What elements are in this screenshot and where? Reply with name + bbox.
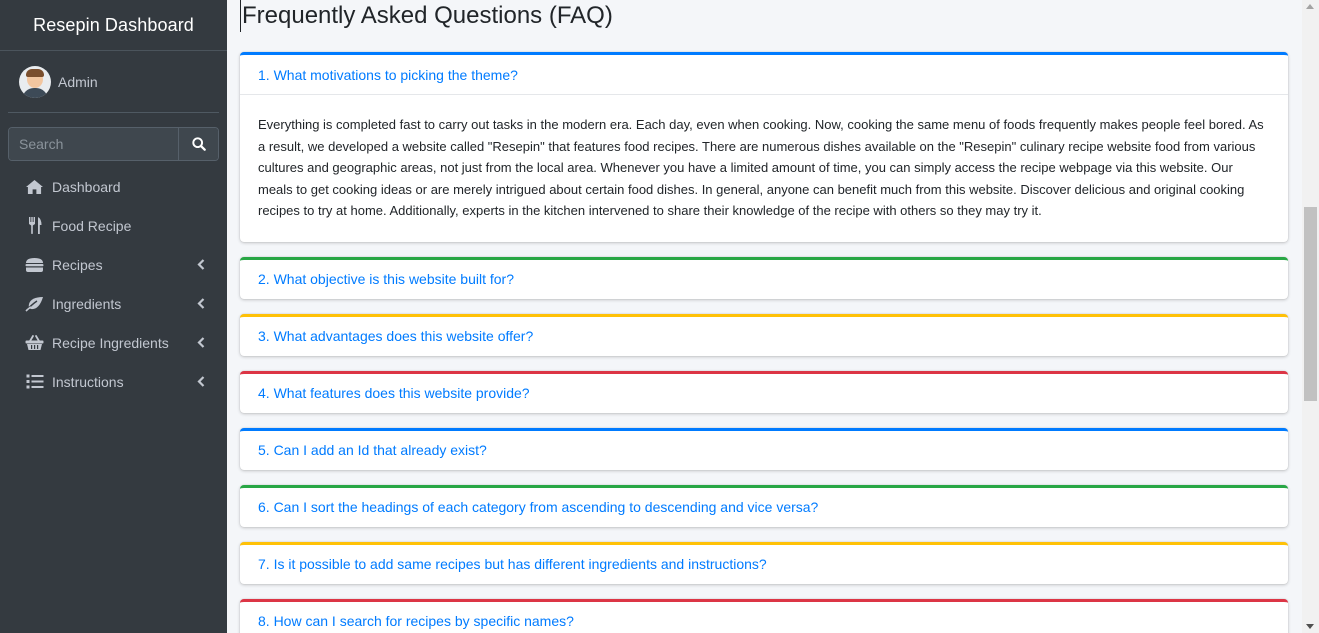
leaf-icon (25, 295, 44, 313)
sidebar-item-recipe-ingredients[interactable]: Recipe Ingredients (0, 323, 227, 362)
sidebar-item-recipes[interactable]: Recipes (0, 245, 227, 284)
sidebar-item-label: Instructions (52, 373, 124, 390)
faq-card-header[interactable]: 2. What objective is this website built … (240, 260, 1288, 299)
scroll-down-arrow-icon[interactable] (1306, 624, 1314, 629)
faq-card: 5. Can I add an Id that already exist? (240, 427, 1288, 470)
scroll-up-arrow-icon[interactable] (1306, 4, 1314, 9)
chevron-left-icon (195, 259, 207, 271)
sidebar-item-instructions[interactable]: Instructions (0, 362, 227, 401)
list-icon (25, 373, 44, 391)
faq-card: 8. How can I search for recipes by speci… (240, 598, 1288, 633)
search-input[interactable] (9, 128, 178, 160)
chevron-left-icon (195, 376, 207, 388)
scrollbar-thumb[interactable] (1304, 207, 1317, 401)
sidebar: Resepin Dashboard Admin Dashboard (0, 0, 227, 633)
faq-card-header[interactable]: 4. What features does this website provi… (240, 374, 1288, 413)
sidebar-item-label: Dashboard (52, 178, 121, 195)
faq-card-header[interactable]: 7. Is it possible to add same recipes bu… (240, 545, 1288, 584)
sidebar-item-label: Food Recipe (52, 217, 132, 234)
faq-card: 4. What features does this website provi… (240, 370, 1288, 413)
sidebar-search (8, 127, 219, 161)
faq-card: 6. Can I sort the headings of each categ… (240, 484, 1288, 527)
faq-card: 2. What objective is this website built … (240, 256, 1288, 299)
chevron-left-icon (195, 337, 207, 349)
sidebar-item-label: Ingredients (52, 295, 122, 312)
user-panel[interactable]: Admin (8, 51, 219, 113)
search-button[interactable] (178, 128, 218, 160)
faq-question-link[interactable]: 5. Can I add an Id that already exist? (258, 442, 487, 458)
chevron-left-icon (195, 298, 207, 310)
home-icon (25, 178, 44, 196)
brand-link[interactable]: Resepin Dashboard (0, 0, 227, 51)
faq-question-link[interactable]: 3. What advantages does this website off… (258, 328, 533, 344)
faq-question-link[interactable]: 8. How can I search for recipes by speci… (258, 613, 574, 629)
user-name[interactable]: Admin (58, 74, 98, 90)
sidebar-nav: Dashboard Food Recipe Recipes Ingredient… (0, 167, 227, 401)
content-wrapper: Frequently Asked Questions (FAQ) 1. What… (227, 0, 1302, 633)
faq-answer: Everything is completed fast to carry ou… (240, 94, 1288, 242)
faq-question-link[interactable]: 6. Can I sort the headings of each categ… (258, 499, 818, 515)
sidebar-item-ingredients[interactable]: Ingredients (0, 284, 227, 323)
search-icon (191, 137, 206, 151)
faq-question-link[interactable]: 1. What motivations to picking the theme… (258, 67, 518, 83)
faq-card-header[interactable]: 6. Can I sort the headings of each categ… (240, 488, 1288, 527)
basket-icon (25, 334, 44, 352)
faq-card: 3. What advantages does this website off… (240, 313, 1288, 356)
sidebar-item-label: Recipes (52, 256, 103, 273)
faq-question-link[interactable]: 2. What objective is this website built … (258, 271, 514, 287)
faq-accordion: 1. What motivations to picking the theme… (240, 52, 1288, 633)
page-title: Frequently Asked Questions (FAQ) (240, 0, 613, 32)
sidebar-item-dashboard[interactable]: Dashboard (0, 167, 227, 206)
page-scrollbar[interactable] (1302, 0, 1319, 633)
faq-card-header[interactable]: 1. What motivations to picking the theme… (240, 55, 1288, 94)
sidebar-item-food-recipe[interactable]: Food Recipe (0, 206, 227, 245)
faq-question-link[interactable]: 7. Is it possible to add same recipes bu… (258, 556, 767, 572)
sidebar-item-label: Recipe Ingredients (52, 334, 169, 351)
faq-card: 1. What motivations to picking the theme… (240, 52, 1288, 242)
brand-text: Resepin Dashboard (33, 14, 194, 35)
faq-card-header[interactable]: 3. What advantages does this website off… (240, 317, 1288, 356)
faq-card-header[interactable]: 5. Can I add an Id that already exist? (240, 431, 1288, 470)
faq-card-header[interactable]: 8. How can I search for recipes by speci… (240, 602, 1288, 633)
utensils-icon (25, 217, 44, 235)
faq-card: 7. Is it possible to add same recipes bu… (240, 541, 1288, 584)
hamburger-icon (25, 256, 44, 274)
avatar (19, 65, 51, 98)
faq-question-link[interactable]: 4. What features does this website provi… (258, 385, 530, 401)
